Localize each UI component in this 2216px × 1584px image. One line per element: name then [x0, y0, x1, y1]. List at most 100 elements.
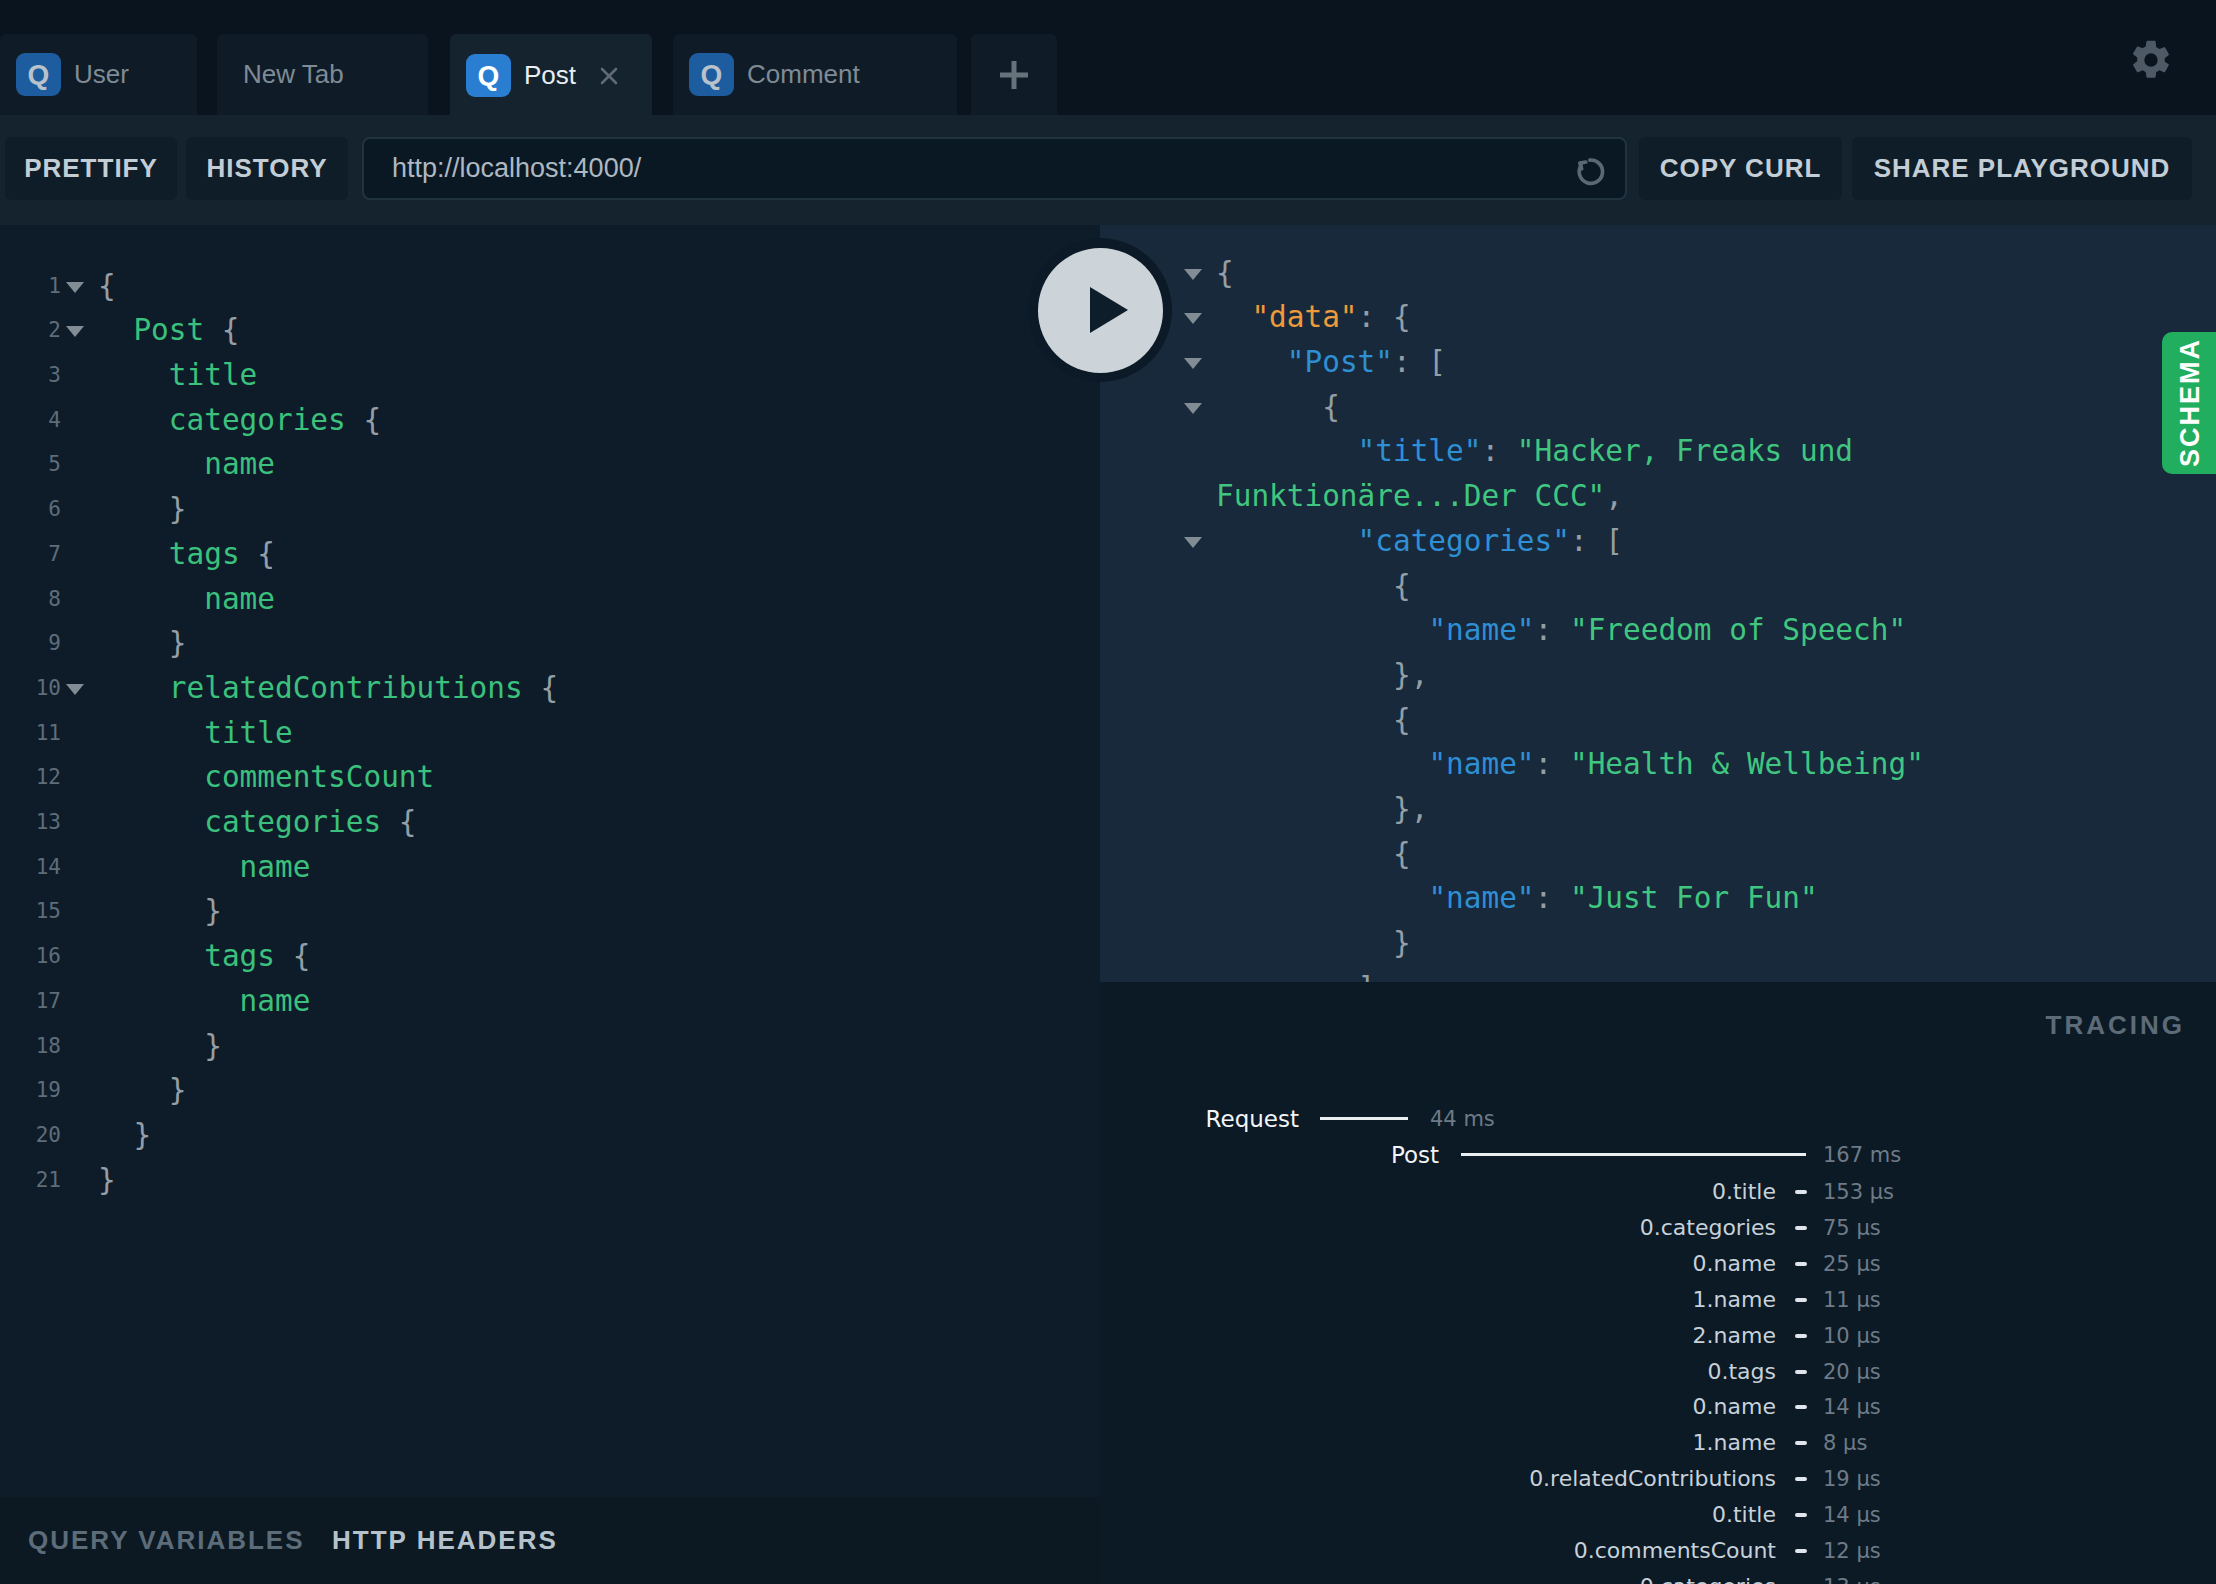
tracing-field-time: 20 μs	[1823, 1354, 1881, 1390]
query-editor[interactable]: 1{2Post {3title4categories {5name6}7tags…	[0, 225, 1100, 1584]
share-playground-button[interactable]: SHARE PLAYGROUND	[1852, 137, 2192, 200]
code-line: 10relatedContributions {	[0, 666, 1100, 711]
tracing-dash	[1795, 1370, 1807, 1374]
code-line: 13 categories {	[0, 800, 1100, 845]
code-text: tags {	[204, 934, 310, 979]
query-icon: Q	[466, 54, 511, 97]
tracing-post-bar	[1461, 1153, 1806, 1156]
line-number: 17	[0, 979, 61, 1024]
tracing-request-time: 44 ms	[1430, 1101, 1495, 1137]
line-number: 3	[0, 353, 61, 398]
http-headers-button[interactable]: HTTP HEADERS	[332, 1525, 558, 1556]
code-text: name	[204, 442, 275, 487]
line-number: 9	[0, 621, 61, 666]
add-tab-button[interactable]	[971, 34, 1057, 115]
tracing-field-time: 11 μs	[1823, 1282, 1881, 1318]
line-number: 13	[0, 800, 61, 845]
tracing-dash	[1795, 1405, 1807, 1409]
copy-curl-button[interactable]: COPY CURL	[1639, 137, 1842, 200]
code-text: categories {	[169, 398, 381, 443]
tracing-field-time: 13 μs	[1823, 1569, 1881, 1584]
tracing-field-label: 0.name	[1693, 1389, 1776, 1425]
tracing-panel: TRACING Request 44 ms Post 167 ms 0.titl…	[1100, 982, 2216, 1584]
code-text: categories {	[204, 800, 416, 845]
tracing-field-label: 0.commentsCount	[1574, 1533, 1776, 1569]
play-icon	[1090, 287, 1128, 333]
code-text: Funktionäre...Der CCC",	[1216, 474, 1623, 519]
tab-bar: Q User New Tab Q Post Q Comment	[0, 0, 2216, 115]
tracing-request-bar	[1320, 1117, 1408, 1120]
execute-button-circle	[1038, 248, 1163, 373]
tracing-field-time: 8 μs	[1823, 1425, 1867, 1461]
code-text: },	[1393, 787, 1428, 832]
tracing-field-label: 0.tags	[1707, 1354, 1776, 1390]
code-text: Post {	[133, 308, 239, 353]
code-text: relatedContributions {	[169, 666, 558, 711]
tracing-field-time: 14 μs	[1823, 1497, 1881, 1533]
schema-tab-label: SCHEMA	[2175, 338, 2206, 467]
line-number: 6	[0, 487, 61, 532]
query-icon: Q	[689, 53, 734, 96]
tracing-field-label: 0.title	[1712, 1174, 1776, 1210]
query-variables-button[interactable]: QUERY VARIABLES	[28, 1525, 305, 1556]
fold-arrow-icon[interactable]	[1184, 269, 1202, 280]
code-line: 19}	[0, 1068, 1100, 1113]
code-text: tags {	[169, 532, 275, 577]
code-text: title	[204, 711, 292, 756]
code-line: 20}	[0, 1113, 1100, 1158]
fold-arrow-icon[interactable]	[66, 684, 84, 695]
endpoint-url-input[interactable]: http://localhost:4000/	[362, 137, 1627, 200]
code-text: {	[1393, 832, 1411, 877]
tab-post[interactable]: Q Post	[450, 34, 652, 117]
settings-gear-icon[interactable]	[2128, 37, 2174, 83]
code-text: "title": "Hacker, Freaks und	[1358, 429, 1853, 474]
response-viewer: {"data": {"Post": [{"title": "Hacker, Fr…	[1100, 225, 2216, 982]
code-text: },	[1393, 653, 1428, 698]
code-line: 5name	[0, 442, 1100, 487]
code-line: "name": "Just For Fun"	[1100, 876, 2216, 921]
tracing-field-label: 0.title	[1712, 1497, 1776, 1533]
tracing-dash	[1795, 1441, 1807, 1445]
fold-arrow-icon[interactable]	[1184, 537, 1202, 548]
code-text: ],	[1358, 966, 1393, 982]
code-text: }	[1393, 921, 1411, 966]
tracing-field-time: 25 μs	[1823, 1246, 1881, 1282]
line-number: 8	[0, 577, 61, 622]
tab-label: Post	[524, 60, 576, 91]
code-line: 14name	[0, 845, 1100, 890]
code-line: },	[1100, 653, 2216, 698]
fold-arrow-icon[interactable]	[66, 326, 84, 337]
fold-arrow-icon[interactable]	[1184, 403, 1202, 414]
history-button[interactable]: HISTORY	[186, 137, 348, 200]
tracing-field-time: 10 μs	[1823, 1318, 1881, 1354]
fold-arrow-icon[interactable]	[1184, 313, 1202, 324]
code-line: 3title	[0, 353, 1100, 398]
tracing-field-label: 0.categories	[1640, 1210, 1776, 1246]
tracing-field-time: 14 μs	[1823, 1389, 1881, 1425]
code-text: "Post": [	[1287, 340, 1446, 385]
code-line: 11title	[0, 711, 1100, 756]
code-line: }	[1100, 921, 2216, 966]
code-line: {	[1100, 385, 2216, 430]
execute-button[interactable]	[1028, 238, 1172, 382]
line-number: 7	[0, 532, 61, 577]
tab-comment[interactable]: Q Comment	[673, 34, 957, 115]
fold-arrow-icon[interactable]	[66, 282, 84, 293]
code-line: 8name	[0, 577, 1100, 622]
tab-new-tab[interactable]: New Tab	[217, 34, 428, 115]
editor-footer: QUERY VARIABLES HTTP HEADERS	[0, 1497, 1100, 1584]
code-line: "Post": [	[1100, 340, 2216, 385]
code-line: 17name	[0, 979, 1100, 1024]
code-line: Funktionäre...Der CCC",	[1100, 474, 2216, 519]
code-line: 4categories {	[0, 398, 1100, 443]
schema-side-tab[interactable]: SCHEMA	[2162, 332, 2216, 474]
reload-schema-icon[interactable]	[1571, 150, 1611, 190]
code-line: {	[1100, 251, 2216, 296]
prettify-button[interactable]: PRETTIFY	[5, 137, 177, 200]
line-number: 18	[0, 1024, 61, 1069]
fold-arrow-icon[interactable]	[1184, 358, 1202, 369]
code-line: {	[1100, 698, 2216, 743]
close-tab-icon[interactable]	[598, 65, 620, 87]
tab-user[interactable]: Q User	[0, 34, 197, 115]
code-line: "name": "Freedom of Speech"	[1100, 608, 2216, 653]
